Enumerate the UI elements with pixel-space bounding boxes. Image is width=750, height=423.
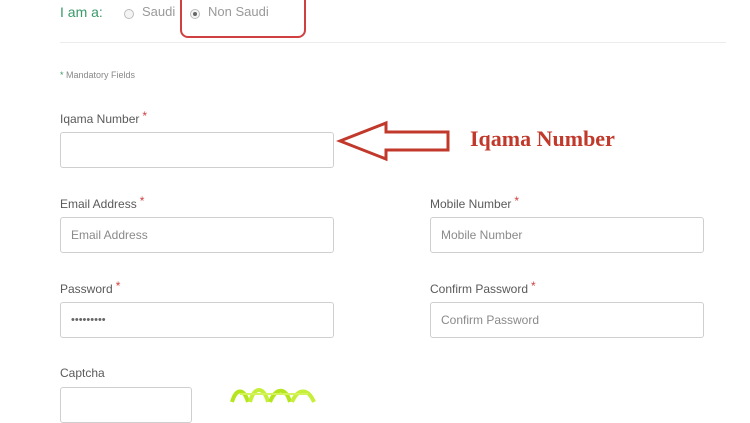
required-marker: * <box>531 279 536 293</box>
required-marker: * <box>139 194 145 208</box>
radio-saudi-label[interactable]: Saudi <box>142 4 175 19</box>
required-marker: * <box>115 279 121 293</box>
left-arrow-icon <box>336 120 450 162</box>
divider <box>60 42 726 43</box>
mobile-label: Mobile Number * <box>430 194 520 211</box>
iqama-label-text: Iqama Number <box>60 112 140 126</box>
confirm-password-field[interactable] <box>430 302 704 338</box>
password-label: Password * <box>60 279 121 296</box>
iqama-number-input[interactable] <box>60 132 334 168</box>
password-value: ••••••••• <box>71 314 106 326</box>
email-label: Email Address * <box>60 194 145 211</box>
radio-saudi-control[interactable] <box>124 9 134 19</box>
password-field[interactable]: ••••••••• <box>60 302 334 338</box>
selection-highlight <box>180 0 306 38</box>
mobile-number-field[interactable] <box>430 217 704 253</box>
password-label-text: Password <box>60 282 113 296</box>
mandatory-star: * <box>60 70 64 80</box>
annotation-text: Iqama Number <box>470 126 615 151</box>
required-marker: * <box>142 109 148 123</box>
captcha-image <box>230 388 316 403</box>
email-label-text: Email Address <box>60 197 137 211</box>
required-marker: * <box>514 194 520 208</box>
user-type-label: I am a: <box>60 4 103 20</box>
mandatory-note: * Mandatory Fields <box>60 70 135 80</box>
confirm-password-label-text: Confirm Password <box>430 282 529 296</box>
captcha-label: Captcha <box>60 366 105 380</box>
radio-saudi[interactable] <box>124 6 134 24</box>
mandatory-note-text: Mandatory Fields <box>66 70 136 80</box>
confirm-password-label: Confirm Password * <box>430 279 536 296</box>
captcha-input[interactable] <box>60 387 192 423</box>
email-field[interactable] <box>60 217 334 253</box>
mobile-label-text: Mobile Number <box>430 197 512 211</box>
iqama-label: Iqama Number * <box>60 109 148 126</box>
